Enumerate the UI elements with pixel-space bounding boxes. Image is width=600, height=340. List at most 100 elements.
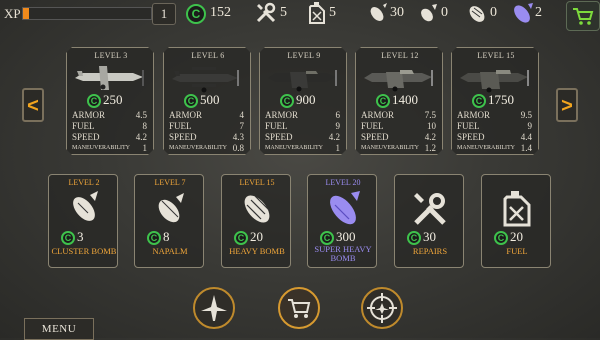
fuel-value: 9	[527, 121, 533, 131]
speed-label: SPEED	[169, 132, 197, 142]
coin-icon: C	[280, 94, 294, 108]
speed-label: SPEED	[265, 132, 293, 142]
plane-card[interactable]: LEVEL 9 C 900 ARMOR 6 FUEL 9 SPEED 4.2 MANEUVERAB…	[259, 47, 347, 155]
armor-label: ARMOR	[361, 110, 395, 120]
item-card[interactable]: LEVEL 20 C 300 SUPER HEAVY BOMB	[307, 174, 377, 268]
maneuverability-value: 1	[335, 143, 341, 153]
item-name: FUEL	[506, 246, 528, 256]
speed-value: 4.2	[328, 132, 340, 142]
repairs-count: 5	[280, 5, 287, 20]
plane-image	[266, 62, 342, 94]
item-price: 8	[163, 229, 170, 244]
menu-button[interactable]: MENU	[24, 318, 94, 340]
fuel-label: FUEL	[265, 121, 288, 131]
top-bar: XP 1 C 152 5 5 30 0 0 2	[0, 0, 600, 31]
plane-image	[170, 62, 246, 94]
fuel-icon	[307, 1, 327, 30]
plane-image	[73, 62, 149, 94]
shop-button[interactable]	[278, 287, 320, 329]
fuel-value: 8	[142, 121, 148, 131]
next-planes-button[interactable]: >	[556, 88, 578, 122]
item-price: 20	[510, 229, 523, 244]
napalm-icon	[417, 2, 439, 29]
heavy-bomb-icon	[237, 189, 277, 229]
super-heavy-bomb-icon	[323, 189, 363, 229]
armor-label: ARMOR	[169, 110, 203, 120]
plane-level: LEVEL 3	[94, 51, 128, 60]
fuel-label: FUEL	[361, 121, 384, 131]
item-card[interactable]: LEVEL 15 C 20 HEAVY BOMB	[221, 174, 291, 268]
fuel-label: FUEL	[457, 121, 480, 131]
fuel-label: FUEL	[72, 121, 95, 131]
fuel-value: 9	[335, 121, 341, 131]
coin-icon: C	[147, 231, 161, 245]
cluster-bomb-count: 30	[390, 5, 404, 20]
previous-planes-button[interactable]: <	[22, 88, 44, 122]
item-price: 300	[336, 229, 356, 244]
fuel-count: 5	[329, 5, 336, 20]
coin-count: 152	[210, 5, 231, 20]
item-level: LEVEL 15	[239, 178, 275, 187]
item-price: 3	[77, 229, 84, 244]
plane-level: LEVEL 12	[381, 51, 419, 60]
item-name: NAPALM	[152, 246, 188, 256]
plane-card[interactable]: LEVEL 15 C 1750 ARMOR 9.5 FUEL 9 SPEED 4.4 MANEUV…	[451, 47, 539, 155]
plane-level: LEVEL 9	[287, 51, 321, 60]
shop-cart-button[interactable]	[566, 1, 600, 31]
super-heavy-bomb-count: 2	[535, 5, 542, 20]
maneuverability-label: MANEUVERABILITY	[457, 145, 515, 151]
maneuverability-label: MANEUVERABILITY	[265, 145, 323, 151]
player-level: 1	[152, 3, 176, 25]
plane-card[interactable]: LEVEL 6 C 500 ARMOR 4 FUEL 7 SPEED 4.3 MANEUVERAB…	[163, 47, 251, 155]
item-card[interactable]: LEVEL 7 C 8 NAPALM	[134, 174, 204, 268]
item-card[interactable]: C 30 REPAIRS	[394, 174, 464, 268]
item-level: LEVEL 20	[325, 178, 361, 187]
armor-label: ARMOR	[457, 110, 491, 120]
plane-image	[458, 62, 534, 94]
speed-value: 4.3	[232, 132, 244, 142]
coin-icon: C	[472, 94, 486, 108]
speed-value: 4.2	[135, 132, 147, 142]
item-card[interactable]: C 20 FUEL	[481, 174, 551, 268]
heavy-bomb-icon	[466, 2, 488, 29]
armor-value: 4.5	[135, 110, 147, 120]
maneuverability-label: MANEUVERABILITY	[72, 145, 130, 151]
repairs-icon	[410, 189, 450, 229]
plane-card[interactable]: LEVEL 12 C 1400 ARMOR 7.5 FUEL 10 SPEED 4.2 MANEU…	[355, 47, 443, 155]
maneuverability-value: 1	[142, 143, 148, 153]
item-level: LEVEL 7	[154, 178, 186, 187]
speed-label: SPEED	[72, 132, 100, 142]
armor-label: ARMOR	[72, 110, 106, 120]
heavy-bomb-count: 0	[490, 5, 497, 20]
fuel-label: FUEL	[169, 121, 192, 131]
missions-button[interactable]	[361, 287, 403, 329]
armor-label: ARMOR	[265, 110, 299, 120]
item-name: SUPER HEAVY BOMB	[314, 244, 372, 263]
cluster-bomb-icon	[366, 2, 388, 29]
coin-icon: C	[494, 231, 508, 245]
napalm-icon	[150, 189, 190, 229]
coin-icon: C	[376, 94, 390, 108]
maneuverability-value: 1.2	[424, 143, 436, 153]
armor-value: 6	[335, 110, 341, 120]
super-heavy-bomb-icon	[510, 2, 534, 29]
plane-price: 900	[296, 92, 316, 107]
maneuverability-label: MANEUVERABILITY	[361, 145, 419, 151]
item-card[interactable]: LEVEL 2 C 3 CLUSTER BOMB	[48, 174, 118, 268]
xp-label: XP	[4, 6, 21, 21]
plane-icon	[195, 295, 233, 331]
fuel-icon	[497, 189, 537, 229]
plane-price: 1400	[392, 92, 418, 107]
crosshair-icon	[363, 293, 401, 331]
hangar-button[interactable]	[193, 287, 235, 329]
item-price: 20	[250, 229, 263, 244]
xp-bar-fill	[23, 8, 29, 19]
plane-price: 1750	[488, 92, 514, 107]
coin-icon: C	[186, 4, 206, 24]
fuel-value: 7	[239, 121, 245, 131]
item-name: REPAIRS	[412, 246, 448, 256]
plane-card[interactable]: LEVEL 3 C 250 ARMOR 4.5 FUEL 8 SPEED 4.2 MANEUVER…	[66, 47, 154, 155]
item-level: LEVEL 2	[68, 178, 100, 187]
repairs-icon	[254, 1, 278, 30]
armor-value: 9.5	[520, 110, 532, 120]
